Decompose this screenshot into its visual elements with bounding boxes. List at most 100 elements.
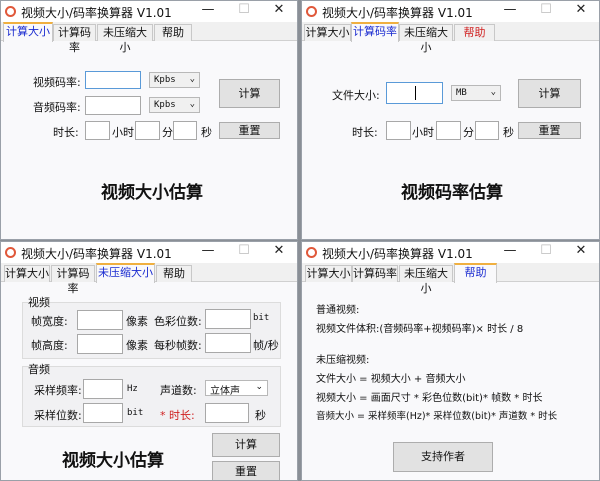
duration-required-label: * 时长: — [160, 409, 195, 422]
window-title: 视频大小/码率换算器 V1.01 — [21, 6, 172, 20]
tab-raw-size[interactable]: 未压缩大小 — [399, 24, 453, 54]
video-group-label: 视频 — [28, 296, 50, 309]
reset-button[interactable]: 重置 — [219, 122, 280, 139]
minimize-icon[interactable]: — — [500, 2, 520, 17]
heading: 视频码率估算 — [401, 183, 503, 203]
tab-calc-size[interactable]: 计算大小 — [305, 265, 352, 282]
window-bitrate: 视频大小/码率换算器 V1.01 — ☐ ✕ 计算大小 计算码率 未压缩大小 帮… — [301, 0, 600, 240]
tab-help[interactable]: 帮助 — [156, 265, 192, 282]
second-label: 秒 — [255, 409, 266, 422]
file-size-label: 文件大小: — [332, 89, 380, 102]
chevron-down-icon: ⌄ — [490, 87, 496, 97]
file-size-unit-select[interactable]: MB ⌄ — [451, 85, 501, 101]
frame-width-input[interactable] — [77, 310, 123, 330]
tab-calc-bitrate[interactable]: 计算码率 — [352, 265, 398, 282]
tab-raw-size[interactable]: 未压缩大小 — [97, 24, 153, 54]
tab-raw-size[interactable]: 未压缩大小 — [399, 265, 453, 295]
tab-calc-size[interactable]: 计算大小 — [3, 22, 53, 42]
reset-button[interactable]: 重置 — [212, 461, 280, 480]
pixel-label: 像素 — [126, 339, 148, 352]
tab-calc-size[interactable]: 计算大小 — [4, 265, 50, 282]
minute-label: 分 — [463, 126, 474, 139]
audio-bitrate-input[interactable] — [85, 96, 141, 115]
title-bar: 视频大小/码率换算器 V1.01 — ☐ ✕ — [1, 242, 297, 263]
help-line: 文件大小 = 视频大小 + 音频大小 — [316, 374, 466, 385]
maximize-icon[interactable]: ☐ — [536, 2, 556, 17]
frame-height-input[interactable] — [77, 334, 123, 354]
title-bar: 视频大小/码率换算器 V1.01 — ☐ ✕ — [302, 242, 599, 263]
channels-select[interactable]: 立体声 ⌄ — [205, 380, 268, 397]
second-input[interactable] — [173, 121, 197, 140]
tab-calc-size[interactable]: 计算大小 — [304, 24, 351, 41]
window-title: 视频大小/码率换算器 V1.01 — [322, 6, 473, 20]
calc-button[interactable]: 计算 — [212, 433, 280, 457]
maximize-icon[interactable]: ☐ — [234, 2, 254, 17]
tab-calc-bitrate[interactable]: 计算码率 — [351, 22, 399, 42]
heading: 视频大小估算 — [101, 183, 203, 203]
second-input[interactable] — [475, 121, 499, 140]
calc-button[interactable]: 计算 — [518, 79, 581, 108]
tab-raw-size[interactable]: 未压缩大小 — [96, 263, 155, 283]
help-line: 普通视频: — [316, 305, 360, 316]
reset-button[interactable]: 重置 — [518, 122, 581, 139]
help-line: 音频大小 = 采样频率(Hz)* 采样位数(bit)* 声道数 * 时长 — [316, 411, 558, 422]
minute-input[interactable] — [436, 121, 461, 140]
app-logo-icon — [306, 247, 317, 258]
minute-input[interactable] — [135, 121, 160, 140]
help-line: 未压缩视频: — [316, 355, 370, 366]
help-line: 视频大小 = 画面尺寸 * 彩色位数(bit)* 帧数 * 时长 — [316, 393, 543, 404]
file-size-input[interactable] — [386, 82, 443, 104]
window-title: 视频大小/码率换算器 V1.01 — [322, 247, 473, 261]
hour-input[interactable] — [85, 121, 110, 140]
maximize-icon[interactable]: ☐ — [536, 243, 556, 258]
minimize-icon[interactable]: — — [198, 243, 218, 258]
hour-label: 小时 — [112, 126, 134, 139]
close-icon[interactable]: ✕ — [571, 2, 591, 17]
hour-input[interactable] — [386, 121, 411, 140]
pixel-label: 像素 — [126, 315, 148, 328]
sample-bits-input[interactable] — [83, 403, 123, 423]
tab-help[interactable]: 帮助 — [454, 24, 495, 41]
tab-help[interactable]: 帮助 — [154, 24, 192, 41]
close-icon[interactable]: ✕ — [571, 243, 591, 258]
sample-rate-label: 采样频率: — [34, 384, 82, 397]
app-logo-icon — [5, 247, 16, 258]
hour-label: 小时 — [412, 126, 434, 139]
tab-help[interactable]: 帮助 — [454, 263, 497, 283]
color-depth-input[interactable] — [205, 309, 251, 329]
maximize-icon[interactable]: ☐ — [234, 243, 254, 258]
frame-width-label: 帧宽度: — [31, 315, 68, 328]
close-icon[interactable]: ✕ — [269, 243, 289, 258]
sample-rate-input[interactable] — [83, 379, 123, 399]
tab-calc-bitrate[interactable]: 计算码率 — [53, 24, 96, 54]
audio-unit-select[interactable]: Kpbs ⌄ — [149, 97, 200, 113]
fps-input[interactable] — [205, 333, 251, 353]
tab-bar: 计算大小 计算码率 未压缩大小 帮助 — [302, 263, 599, 295]
video-unit-select[interactable]: Kpbs ⌄ — [149, 72, 200, 88]
frame-height-label: 帧高度: — [31, 339, 68, 352]
chevron-down-icon: ⌄ — [189, 99, 195, 109]
app-logo-icon — [306, 6, 317, 17]
support-author-button[interactable]: 支持作者 — [393, 442, 493, 472]
video-bitrate-input[interactable] — [85, 71, 141, 89]
window-raw-size: 视频大小/码率换算器 V1.01 — ☐ ✕ 计算大小 计算码率 未压缩大小 帮… — [0, 241, 298, 481]
second-label: 秒 — [503, 126, 514, 139]
minute-label: 分 — [162, 126, 173, 139]
duration-input[interactable] — [205, 403, 249, 423]
calc-button[interactable]: 计算 — [219, 79, 280, 108]
duration-label: 时长: — [53, 126, 79, 139]
video-bitrate-label: 视频码率: — [33, 76, 81, 89]
audio-unit-value: Kpbs — [154, 100, 176, 110]
duration-label: 时长: — [352, 126, 378, 139]
fps-label: 每秒帧数: — [154, 339, 202, 352]
close-icon[interactable]: ✕ — [269, 2, 289, 17]
tab-bar: 计算大小 计算码率 未压缩大小 帮助 — [1, 22, 297, 54]
help-line: 视频文件体积:(音频码率+视频码率)× 时长 / 8 — [316, 324, 524, 335]
color-depth-label: 色彩位数: — [154, 315, 202, 328]
tab-calc-bitrate[interactable]: 计算码率 — [51, 265, 95, 295]
app-logo-icon — [5, 6, 16, 17]
minimize-icon[interactable]: — — [198, 2, 218, 17]
audio-group-label: 音频 — [28, 363, 50, 376]
second-label: 秒 — [201, 126, 212, 139]
minimize-icon[interactable]: — — [500, 243, 520, 258]
